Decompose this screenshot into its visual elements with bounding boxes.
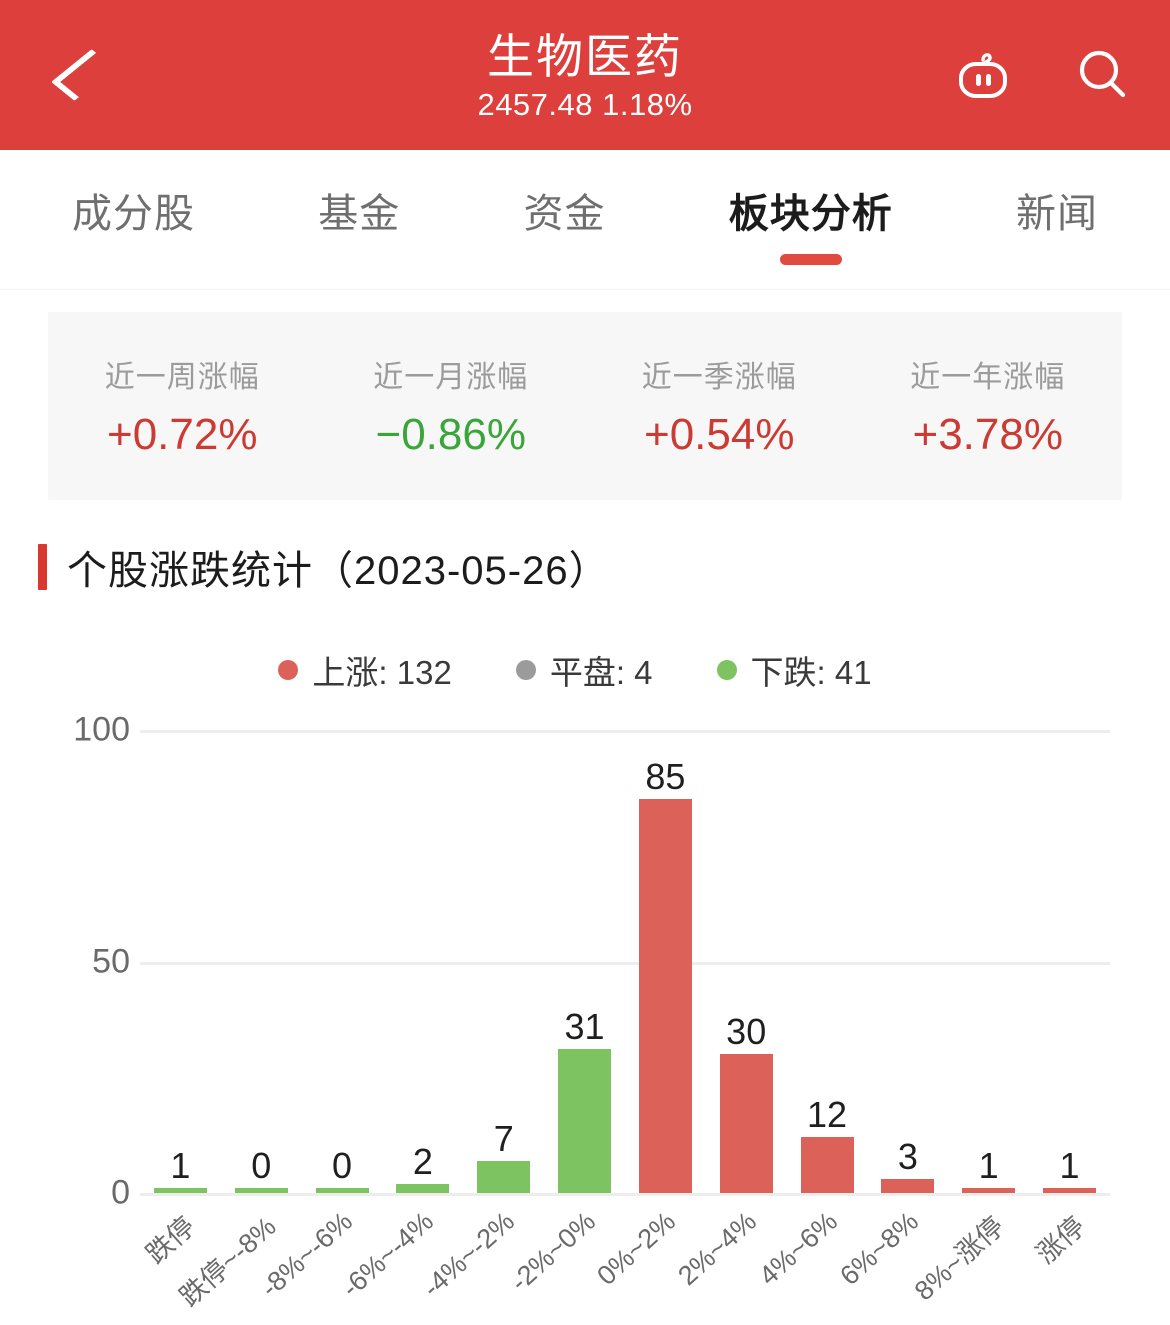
legend-label-up: 上涨: 132: [312, 654, 452, 691]
bar-value-label: 30: [726, 1011, 767, 1053]
bar-slot: 0: [221, 730, 302, 1193]
bar[interactable]: 85: [638, 759, 692, 1193]
bar-value-label: 0: [251, 1145, 272, 1186]
search-icon: [1079, 50, 1126, 98]
bar-value-label: 31: [564, 1006, 605, 1048]
bar-value-label: 12: [807, 1094, 848, 1136]
distribution-bar-chart: 1 0 0 2 7 31 85 30 12 3 1 1 0 50 100 跌停 跌停~-8% -8%~-6% -…: [0, 710, 1170, 1312]
stat-month-label: 近一月涨幅: [373, 361, 529, 394]
tab-news[interactable]: 新闻: [1014, 175, 1100, 265]
y-axis-tick-50: 50: [92, 942, 130, 980]
bar-slot: 85: [625, 730, 706, 1193]
tab-capital[interactable]: 资金: [522, 175, 608, 265]
x-label-slot: 涨停: [1029, 1200, 1110, 1325]
stat-week-label: 近一周涨幅: [104, 361, 260, 394]
robot-assistant-button[interactable]: [950, 42, 1016, 108]
index-value-change: 2457.48 1.18%: [477, 87, 693, 123]
stat-year: 近一年涨幅 +3.78%: [854, 352, 1123, 460]
tab-sector-analysis[interactable]: 板块分析: [727, 175, 895, 265]
y-axis-tick-0: 0: [111, 1173, 130, 1212]
performance-stats-panel: 近一周涨幅 +0.72% 近一月涨幅 −0.86% 近一季涨幅 +0.54% 近…: [48, 312, 1122, 500]
section-title: 个股涨跌统计（2023-05-26）: [67, 549, 610, 593]
chart-legend: 上涨: 132 平盘: 4 下跌: 41: [0, 646, 1170, 694]
y-axis-tick-100: 100: [73, 710, 130, 749]
header-actions: [950, 0, 1136, 150]
legend-label-flat: 平盘: 4: [549, 654, 653, 691]
bar-slot: 12: [787, 730, 868, 1193]
bar-slot: 2: [382, 730, 463, 1193]
tab-funds[interactable]: 基金: [316, 175, 402, 265]
search-button[interactable]: [1070, 42, 1136, 108]
header-title-block: 生物医药 2457.48 1.18%: [477, 32, 692, 122]
stat-year-value: +3.78%: [912, 410, 1063, 459]
bar-value-label: 85: [645, 756, 686, 798]
bar-slot: 31: [544, 730, 625, 1193]
bar-slot: 1: [1029, 730, 1110, 1193]
bar-slot: 7: [463, 730, 544, 1193]
chart-x-axis: 跌停 跌停~-8% -8%~-6% -6%~-4% -4%~-2% -2%~0% 0%~2%…: [140, 1200, 1110, 1325]
legend-dot-up-icon: [278, 660, 299, 680]
bar-slot: 30: [706, 730, 787, 1193]
app-header: 生物医药 2457.48 1.18%: [0, 0, 1170, 150]
bar-value-label: 1: [170, 1145, 191, 1186]
back-button[interactable]: [48, 0, 118, 150]
stats-panel-wrap: 近一周涨幅 +0.72% 近一月涨幅 −0.86% 近一季涨幅 +0.54% 近…: [0, 290, 1170, 500]
section-header: 个股涨跌统计（2023-05-26）: [38, 538, 1170, 596]
stat-year-label: 近一年涨幅: [910, 361, 1066, 394]
legend-item-down: 下跌: 41: [716, 646, 872, 694]
bar-slot: 1: [948, 730, 1029, 1193]
tab-constituents[interactable]: 成分股: [70, 175, 197, 265]
robot-icon: [959, 53, 1007, 98]
stat-month: 近一月涨幅 −0.86%: [317, 352, 586, 460]
legend-item-up: 上涨: 132: [278, 646, 452, 694]
bar-slot: 0: [302, 730, 383, 1193]
section-accent-bar: [38, 544, 47, 590]
bar-slot: 1: [140, 730, 221, 1193]
chart-bars: 1 0 0 2 7 31 85 30 12 3 1 1: [140, 730, 1110, 1193]
legend-dot-down-icon: [716, 660, 737, 680]
legend-item-flat: 平盘: 4: [515, 646, 653, 694]
tab-bar: 成分股 基金 资金 板块分析 新闻: [0, 150, 1170, 290]
bar-slot: 3: [867, 730, 948, 1193]
chevron-left-icon: [50, 49, 116, 101]
x-label-slot: 8%~涨停: [909, 1200, 1029, 1325]
page-title: 生物医药: [486, 30, 683, 84]
stat-week: 近一周涨幅 +0.72%: [48, 352, 317, 460]
stat-week-value: +0.72%: [107, 410, 258, 459]
legend-dot-flat-icon: [515, 660, 536, 680]
stat-month-value: −0.86%: [375, 410, 526, 459]
stat-quarter: 近一季涨幅 +0.54%: [585, 352, 854, 460]
chart-plot-area: 1 0 0 2 7 31 85 30 12 3 1 1: [140, 730, 1110, 1196]
legend-label-down: 下跌: 41: [750, 654, 872, 691]
stat-quarter-label: 近一季涨幅: [641, 361, 797, 394]
stat-quarter-value: +0.54%: [644, 410, 795, 459]
